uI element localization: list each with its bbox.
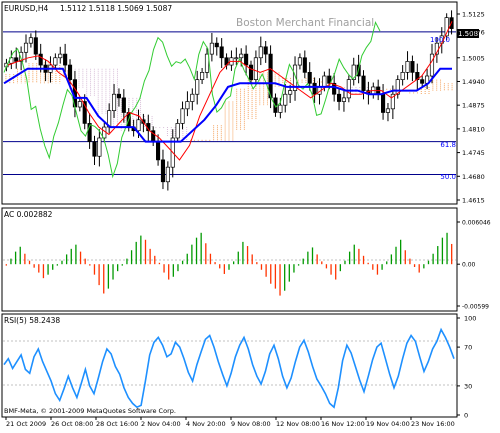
price-tick-label: 1.4615 (462, 197, 485, 205)
candle-body (97, 137, 102, 157)
candle-body (214, 42, 219, 48)
price-tick-label: 1.5076 (462, 28, 485, 36)
candle-body (405, 61, 410, 73)
price-tick-label: 1.5125 (462, 11, 485, 19)
watermark-text: Boston Merchant Financial (236, 17, 374, 29)
time-tick-label: 16 Nov 12:00 (321, 420, 365, 428)
time-tick-label: 19 Nov 04:00 (366, 420, 410, 428)
ac-tick-label: 0.00 (462, 262, 476, 269)
candle-body (253, 57, 258, 80)
price-tick-label: 1.4875 (462, 102, 485, 110)
footer-copyright: BMF-Meta, © 2001-2009 MetaQuotes Softwar… (4, 407, 176, 415)
price-tick-label: 1.4680 (462, 173, 485, 181)
candle-body (180, 108, 185, 124)
candle-body (175, 123, 180, 139)
candle-body (273, 97, 278, 113)
time-tick-label: 2 Nov 04:00 (141, 420, 181, 428)
rsi-tick-label: 70 (464, 344, 472, 352)
candle-body (165, 166, 170, 183)
candle-body (361, 75, 366, 91)
candle-body (420, 79, 425, 84)
rsi-tick-label: 100 (464, 315, 476, 323)
candle-body (111, 93, 117, 111)
candle-body (136, 119, 141, 132)
candle-body (248, 64, 254, 80)
candle-body (53, 57, 58, 66)
ac-title: AC 0.002882 (4, 210, 53, 219)
candle-body (307, 72, 312, 84)
candle-body (278, 104, 283, 113)
rsi-title: RSI(5) 58.2438 (4, 316, 60, 325)
rsi-tick-label: 0 (464, 412, 468, 420)
window-background (0, 0, 500, 429)
price-tick-label: 1.4810 (462, 125, 485, 133)
ohlc-readout: 1.5112 1.5118 1.5069 1.5087 (60, 4, 172, 13)
candle-body (400, 72, 405, 80)
candle-body (209, 42, 214, 55)
candle-body (346, 79, 351, 99)
candle-body (297, 57, 302, 66)
ac-tick-label: 0.006046 (462, 220, 491, 227)
candle-body (33, 37, 38, 55)
time-tick-label: 21 Oct 2009 (6, 420, 46, 428)
candle-body (23, 42, 29, 53)
candle-body (244, 53, 249, 66)
candle-body (322, 75, 327, 88)
candle-body (190, 93, 195, 102)
candle-body (219, 46, 224, 59)
candle-body (77, 101, 82, 108)
candle-body (67, 64, 73, 80)
time-tick-label: 23 Nov 16:00 (411, 420, 455, 428)
candle-body (341, 97, 347, 102)
candle-body (239, 53, 244, 59)
candle-body (14, 57, 19, 62)
price-tick-label: 1.4745 (462, 149, 485, 157)
rsi-tick-label: 30 (464, 382, 472, 390)
candle-body (288, 90, 293, 95)
candle-body (160, 159, 166, 183)
candle-body (263, 46, 268, 55)
candle-body (156, 141, 161, 161)
candle-body (185, 101, 190, 110)
candle-body (116, 93, 122, 99)
chart-window: EURUSD,H4 1.5112 1.5118 1.5069 1.5087 Bo… (0, 0, 500, 429)
chart-svg: EURUSD,H4 1.5112 1.5118 1.5069 1.5087 Bo… (0, 0, 500, 429)
candle-body (28, 37, 33, 44)
ac-tick-label: -0.00599 (462, 304, 489, 311)
candle-body (63, 53, 68, 66)
candle-body (312, 82, 317, 95)
time-tick-label: 9 Nov 08:00 (231, 420, 271, 428)
candle-body (121, 97, 126, 113)
candle-body (410, 61, 415, 73)
candle-body (38, 53, 43, 66)
candle-body (258, 46, 263, 59)
fibo-label-500: 50.0 (440, 173, 456, 181)
fibo-label-618: 61.8 (440, 141, 456, 149)
time-tick-label: 26 Oct 08:00 (51, 420, 93, 428)
candle-body (234, 57, 239, 60)
price-tick-label: 1.4940 (462, 78, 485, 86)
fibo-label-100: 100.0 (430, 36, 450, 44)
candle-body (195, 79, 200, 95)
candle-body (92, 141, 97, 157)
candle-body (381, 93, 386, 113)
candle-body (302, 57, 307, 73)
candle-body (336, 93, 342, 102)
candle-body (429, 53, 435, 77)
time-tick-label: 4 Nov 20:00 (186, 420, 226, 428)
price-tick-label: 1.5005 (462, 54, 485, 62)
candle-body (385, 108, 391, 113)
time-tick-label: 12 Nov 08:00 (276, 420, 320, 428)
candle-body (200, 72, 205, 80)
time-tick-label: 28 Oct 16:00 (96, 420, 138, 428)
candle-body (283, 93, 288, 106)
symbol-title: EURUSD,H4 (4, 4, 48, 13)
candle-body (58, 53, 63, 59)
